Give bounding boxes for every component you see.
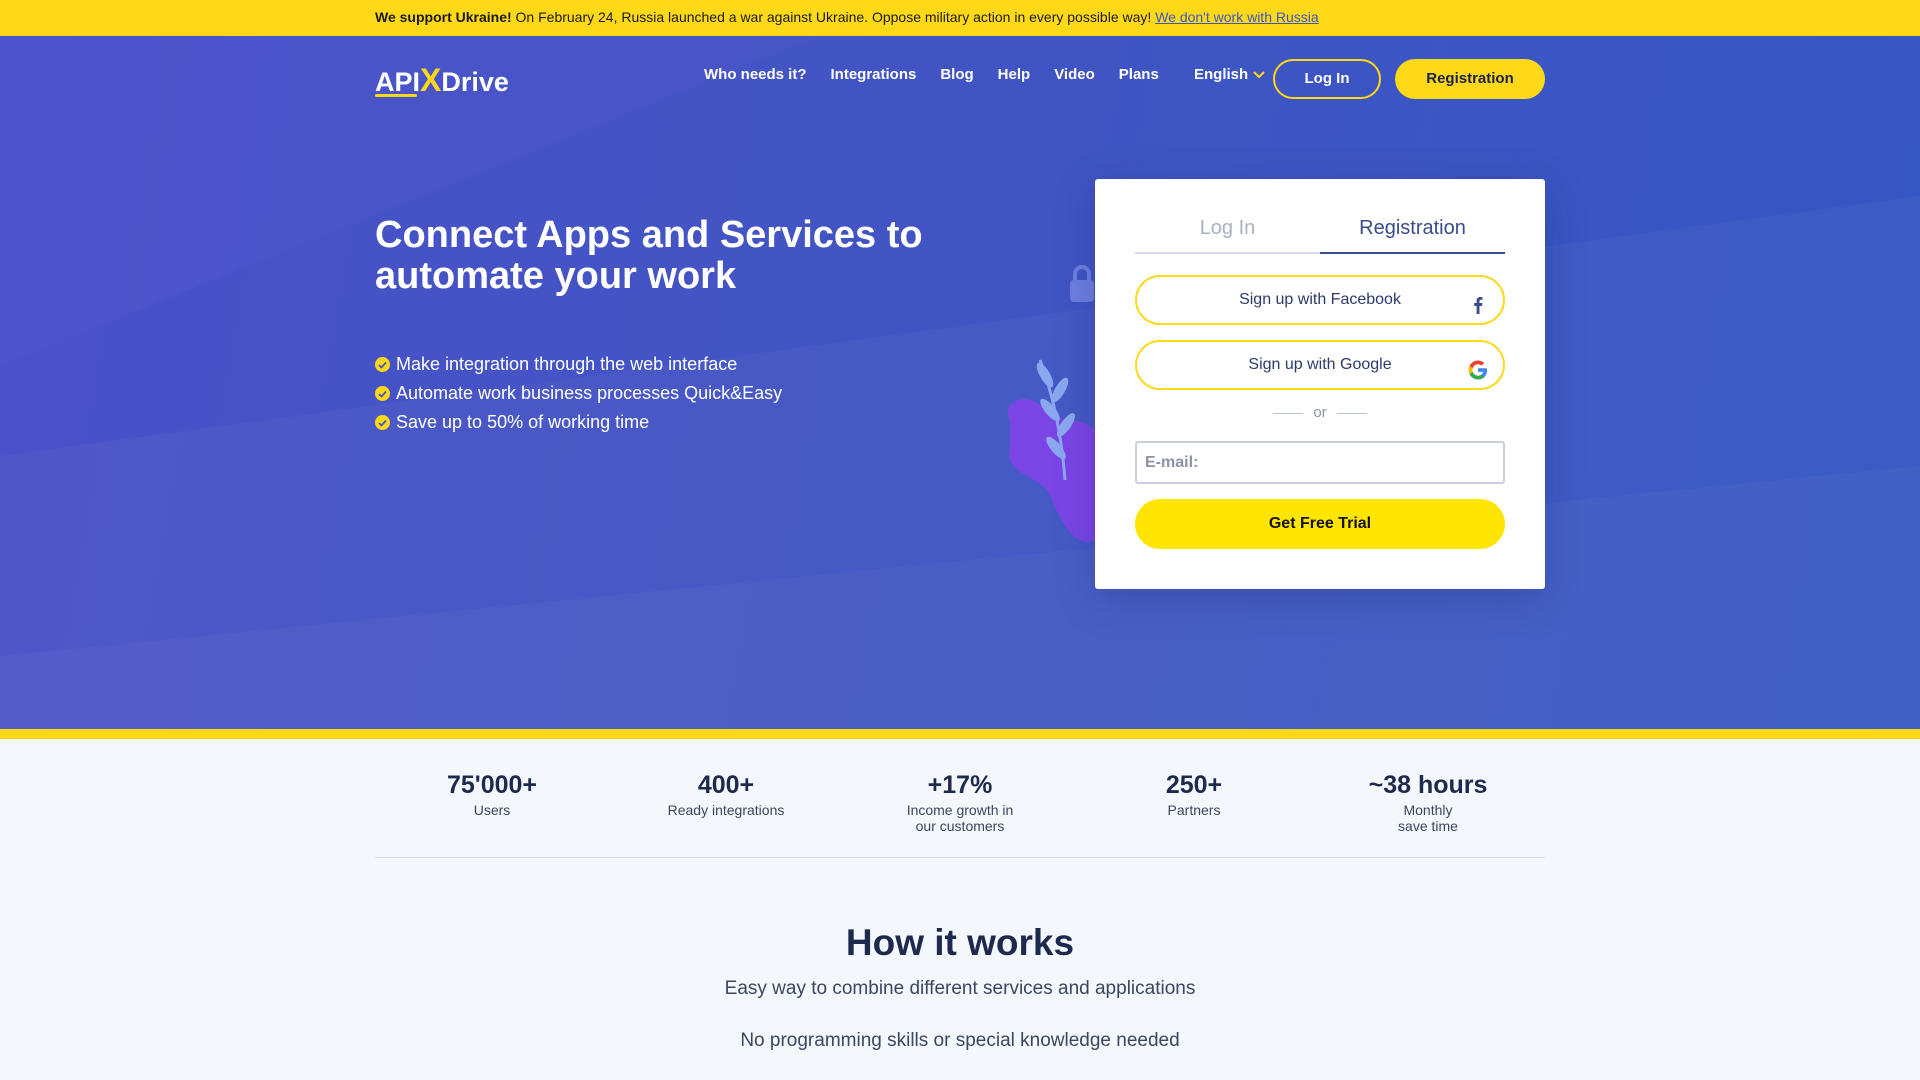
how-it-works-title: How it works	[845, 922, 1075, 963]
feature-text: Save up to 50% of working time	[396, 412, 650, 432]
stats-bar: 75'000+ Users 400+ Ready integrations +1…	[375, 770, 1545, 858]
stat-users: 75'000+ Users	[392, 770, 592, 818]
logo-drive: Drive	[441, 67, 509, 97]
stat-value: 75'000+	[446, 771, 538, 799]
banner-body-text: On February 24, Russia launched a war ag…	[511, 9, 1156, 25]
hero-background-shapes	[0, 36, 1920, 729]
stat-label: Partners	[1167, 802, 1221, 818]
nav-integrations[interactable]: Integrations	[831, 66, 917, 83]
chevron-down-icon	[1253, 66, 1265, 83]
facebook-signup-button[interactable]: Sign up with Facebook	[1135, 275, 1505, 325]
google-signup-label: Sign up with Google	[1248, 356, 1392, 373]
stat-label: Income growth in our customers	[906, 802, 1014, 834]
google-icon	[1467, 354, 1489, 380]
nav-plans[interactable]: Plans	[1119, 66, 1159, 83]
logo-x: X	[420, 62, 442, 98]
logo-underline	[375, 94, 417, 97]
get-free-trial-button[interactable]: Get Free Trial	[1135, 499, 1505, 549]
stat-value: 250+	[1165, 771, 1223, 799]
stat-partners: 250+ Partners	[1094, 770, 1294, 818]
how-it-works-subtitle: Easy way to combine different services a…	[724, 978, 1196, 999]
tab-registration[interactable]: Registration	[1320, 213, 1505, 254]
how-it-works-note: No programming skills or special knowled…	[740, 1030, 1180, 1051]
main-nav: Who needs it? Integrations Blog Help Vid…	[704, 66, 1159, 83]
language-selector[interactable]: English	[1194, 66, 1265, 83]
stat-income-growth: +17% Income growth in our customers	[860, 770, 1060, 834]
hero-section	[0, 36, 1920, 729]
feature-text: Make integration through the web interfa…	[396, 354, 738, 374]
google-signup-button[interactable]: Sign up with Google	[1135, 340, 1505, 390]
feature-list: Make integration through the web interfa…	[375, 350, 782, 437]
nav-blog[interactable]: Blog	[940, 66, 973, 83]
stat-save-time: ~38 hours Monthly save time	[1328, 770, 1528, 834]
email-field[interactable]: E-mail:	[1135, 441, 1505, 484]
nav-who-needs-it[interactable]: Who needs it?	[704, 66, 807, 83]
banner-bold-text: We support Ukraine!	[375, 9, 512, 25]
check-icon	[375, 415, 390, 430]
ukraine-support-banner: We support Ukraine! On February 24, Russ…	[0, 0, 1920, 36]
or-divider: or	[1135, 404, 1505, 421]
stat-integrations: 400+ Ready integrations	[626, 770, 826, 818]
stat-label: Monthly save time	[1398, 802, 1458, 834]
banner-text: We support Ukraine! On February 24, Russ…	[375, 0, 1319, 36]
hero-title: Connect Apps and Services to automate yo…	[375, 214, 923, 297]
header-registration-button[interactable]: Registration	[1395, 59, 1545, 99]
facebook-signup-label: Sign up with Facebook	[1239, 291, 1401, 308]
feature-item: Automate work business processes Quick&E…	[375, 379, 782, 408]
feature-item: Make integration through the web interfa…	[375, 350, 782, 379]
check-icon	[375, 357, 390, 372]
stat-value: +17%	[927, 771, 993, 799]
stat-label: Users	[473, 802, 511, 818]
check-icon	[375, 386, 390, 401]
feature-item: Save up to 50% of working time	[375, 408, 782, 437]
stat-label: Ready integrations	[667, 802, 785, 818]
tab-login[interactable]: Log In	[1135, 213, 1320, 252]
header-login-button[interactable]: Log In	[1273, 59, 1381, 99]
auth-card: Log In Registration Sign up with Faceboo…	[1095, 179, 1545, 589]
apixdrive-logo[interactable]: APIXDrive	[375, 62, 509, 98]
language-label: English	[1194, 66, 1249, 83]
stat-value: ~38 hours	[1368, 771, 1488, 799]
feature-text: Automate work business processes Quick&E…	[396, 383, 783, 403]
auth-tabs: Log In Registration	[1135, 213, 1505, 254]
banner-link[interactable]: We don't work with Russia	[1155, 9, 1318, 25]
nav-help[interactable]: Help	[998, 66, 1031, 83]
logo-api: API	[375, 67, 421, 97]
nav-video[interactable]: Video	[1054, 66, 1095, 83]
hero-bottom-line	[0, 729, 1920, 739]
stat-value: 400+	[697, 771, 755, 799]
facebook-icon	[1467, 289, 1489, 314]
